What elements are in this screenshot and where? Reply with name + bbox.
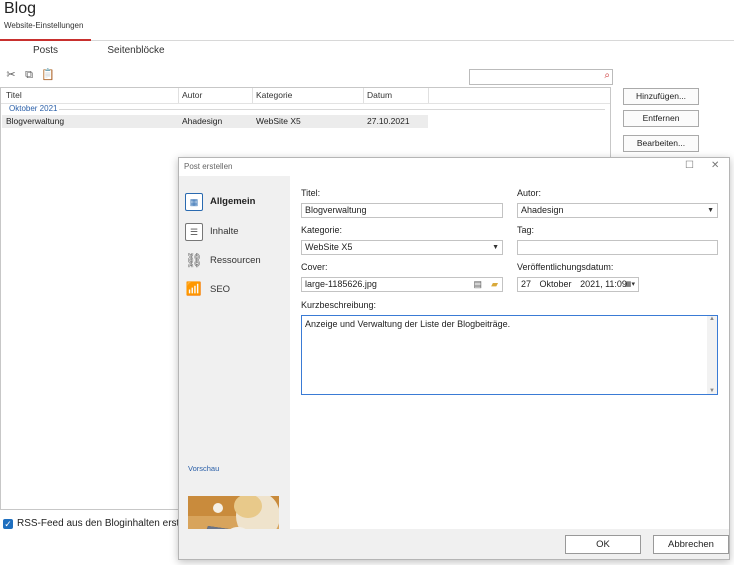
cover-value: large-1185626.jpg [305,279,377,289]
datum-year-time: 2021, 11:09 [580,279,627,289]
preview-label: Vorschau [188,464,220,473]
layout-icon: ▦ [185,193,203,211]
dialog-title: Post erstellen [184,162,233,171]
group-divider [59,109,605,110]
autor-label: Autor: [517,188,542,198]
titel-input[interactable]: Blogverwaltung [301,203,503,218]
page-title: Blog [4,0,37,17]
paste-icon[interactable]: 📋 [41,69,55,81]
cell-category: WebSite X5 [256,116,301,126]
scroll-up-icon[interactable]: ▲ [707,316,717,322]
folder-icon[interactable]: ▰ [491,278,498,291]
ok-button[interactable]: OK [565,535,641,554]
dialog-sidebar: ▦ Allgemein ☰ Inhalte ⛓ Ressourcen 📶 SEO… [179,176,290,557]
cell-date: 27.10.2021 [367,116,410,126]
close-icon[interactable]: ✕ [711,160,719,171]
nav-label: Inhalte [210,226,239,237]
page-subtitle: Website-Einstellungen [4,21,84,30]
nav-label: Ressourcen [210,255,261,266]
kategorie-select[interactable]: WebSite X5 ▼ [301,240,503,255]
kurzbeschreibung-textarea[interactable]: Anzeige und Verwaltung der Liste der Blo… [301,315,718,395]
datum-day: 27 [521,279,532,289]
column-header-autor[interactable]: Autor [182,90,202,100]
tag-input[interactable] [517,240,718,255]
chevron-down-icon: ▼ [707,207,714,214]
datum-label: Veröffentlichungsdatum: [517,262,614,272]
nav-item-allgemein[interactable]: ▦ Allgemein [185,193,285,215]
nav-item-inhalte[interactable]: ☰ Inhalte [185,223,285,245]
datum-month: Oktober [539,279,572,289]
chevron-down-icon: ▼ [492,244,499,251]
remove-button[interactable]: Entfernen [623,110,699,127]
table-row[interactable]: Blogverwaltung Ahadesign WebSite X5 27.1… [2,115,428,128]
cell-author: Ahadesign [182,116,223,126]
scroll-down-icon[interactable]: ▼ [707,388,717,394]
search-icon[interactable]: ⌕ [604,70,610,81]
tag-label: Tag: [517,225,535,235]
column-header-datum[interactable]: Datum [367,90,392,100]
datum-picker[interactable]: 27 Oktober 2021, 11:09 ▦▾ [517,277,639,292]
nav-item-seo[interactable]: 📶 SEO [185,281,285,303]
textarea-scrollbar[interactable]: ▲ ▼ [707,316,717,394]
column-separator [428,88,429,103]
kategorie-value: WebSite X5 [305,242,353,252]
tab-posts[interactable]: Posts [0,45,91,56]
cover-input[interactable]: large-1185626.jpg ▤ ▰ [301,277,503,292]
nav-label: Allgemein [210,196,256,207]
column-separator [363,88,364,103]
autor-value: Ahadesign [521,205,564,215]
rss-checkbox-label: RSS-Feed aus den Bloginhalten erstellen [17,518,201,529]
add-button[interactable]: Hinzufügen... [623,88,699,105]
cut-icon[interactable]: ✂ [5,69,17,81]
column-header-titel[interactable]: Titel [6,90,22,100]
kurzbeschreibung-label: Kurzbeschreibung: [301,300,377,310]
column-header-kategorie[interactable]: Kategorie [256,90,292,100]
tab-seitenbloecke[interactable]: Seitenblöcke [91,45,181,56]
nav-item-ressourcen[interactable]: ⛓ Ressourcen [185,252,285,274]
copy-icon[interactable]: ⧉ [23,69,35,81]
kurzbeschreibung-value: Anzeige und Verwaltung der Liste der Blo… [305,319,511,329]
titel-label: Titel: [301,188,321,198]
cancel-button[interactable]: Abbrechen [653,535,729,554]
autor-select[interactable]: Ahadesign ▼ [517,203,718,218]
document-icon: ☰ [185,223,203,241]
browse-file-icon[interactable]: ▤ [473,278,482,291]
post-dialog: Post erstellen ☐ ✕ ▦ Allgemein ☰ Inhalte… [178,157,730,560]
bar-chart-icon: 📶 [185,281,203,296]
column-separator [178,88,179,103]
rss-checkbox[interactable]: ✓ [3,519,13,529]
group-header: Oktober 2021 [9,104,58,113]
dialog-footer [179,529,729,559]
edit-button[interactable]: Bearbeiten... [623,135,699,152]
nav-label: SEO [210,284,231,295]
active-tab-indicator [0,39,91,41]
cell-title: Blogverwaltung [6,116,65,126]
search-input[interactable]: ⌕ [469,69,613,85]
tab-divider [0,40,734,41]
header-divider [1,103,610,104]
column-separator [252,88,253,103]
calendar-icon[interactable]: ▦▾ [625,278,635,291]
cover-label: Cover: [301,262,328,272]
maximize-icon[interactable]: ☐ [685,160,694,171]
link-icon: ⛓ [185,252,203,268]
kategorie-label: Kategorie: [301,225,343,235]
